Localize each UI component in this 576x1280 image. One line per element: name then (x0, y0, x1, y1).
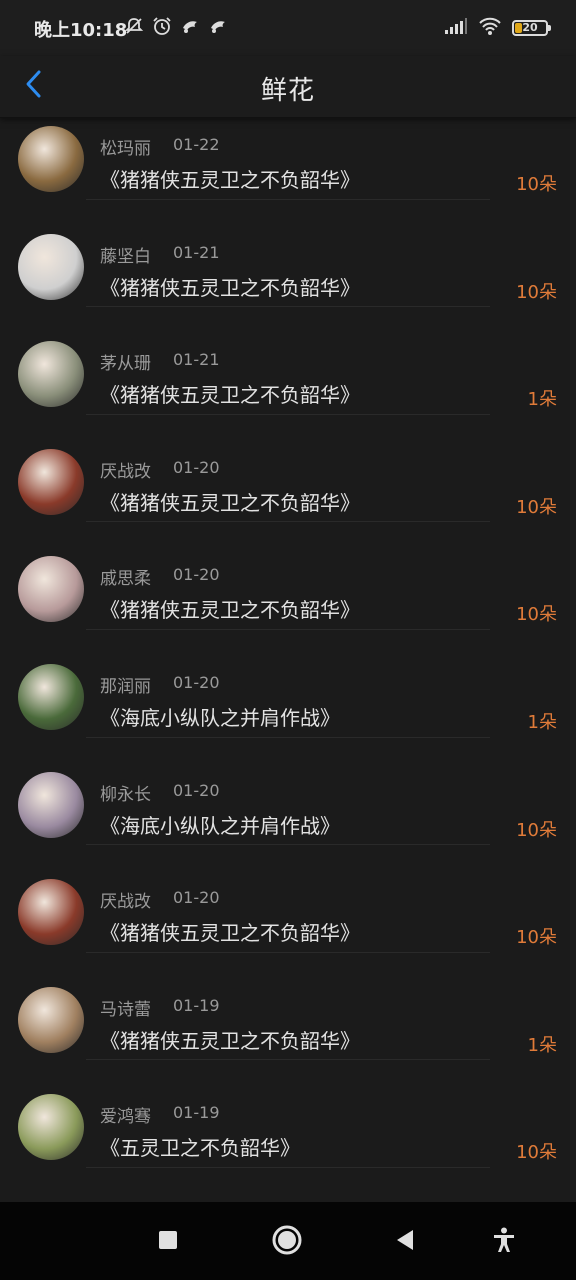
header: 鲜花 (0, 56, 576, 118)
back-triangle-icon (395, 1229, 415, 1255)
status-bar: 晚上10:18 20 (0, 0, 576, 56)
alarm-icon (152, 16, 172, 40)
book-title: 《猪猪侠五灵卫之不负韶华》 (100, 383, 360, 408)
notification-icon (208, 16, 228, 40)
user-name: 那润丽 (100, 676, 151, 697)
avatar[interactable] (18, 341, 84, 408)
list-item[interactable]: 藤坚白 01-21 《猪猪侠五灵卫之不负韶华》 10朵 (0, 200, 576, 308)
date: 01-19 (173, 1103, 220, 1123)
list-item[interactable]: 爱鸿骞 01-19 《五灵卫之不负韶华》 10朵 (0, 1060, 576, 1168)
date: 01-20 (173, 780, 220, 800)
recent-apps-icon (158, 1230, 178, 1254)
book-title: 《猪猪侠五灵卫之不负韶华》 (100, 490, 360, 515)
avatar[interactable] (18, 448, 84, 515)
date: 01-20 (173, 565, 220, 585)
book-title: 《海底小纵队之并肩作战》 (100, 705, 340, 730)
flower-list[interactable]: 松玛丽 01-22 《猪猪侠五灵卫之不负韶华》 10朵 藤坚白 01-21 《猪… (0, 118, 576, 1202)
user-name: 厌战改 (100, 461, 151, 482)
battery-icon: 20 (512, 20, 551, 36)
status-time: 晚上10:18 (34, 20, 128, 41)
user-name: 马诗蕾 (100, 999, 151, 1020)
date: 01-20 (173, 888, 220, 908)
accessibility-button[interactable] (486, 1224, 522, 1260)
list-item[interactable]: 厌战改 01-20 《猪猪侠五灵卫之不负韶华》 10朵 (0, 845, 576, 953)
flower-count: 10朵 (516, 496, 557, 518)
book-title: 《猪猪侠五灵卫之不负韶华》 (100, 1028, 360, 1053)
date: 01-20 (173, 457, 220, 477)
signal-icon (444, 17, 468, 39)
wifi-icon (478, 16, 502, 40)
date: 01-22 (173, 135, 220, 154)
list-item[interactable]: 松玛丽 01-22 《猪猪侠五灵卫之不负韶华》 10朵 (0, 118, 576, 200)
avatar[interactable] (18, 986, 84, 1053)
flower-count: 10朵 (516, 819, 557, 841)
user-name: 松玛丽 (100, 139, 151, 159)
battery-level-fill (515, 23, 522, 33)
avatar[interactable] (18, 879, 84, 946)
system-nav-bar (0, 1202, 576, 1280)
flower-count: 1朵 (527, 389, 557, 411)
flower-count: 10朵 (516, 281, 557, 303)
book-title: 《五灵卫之不负韶华》 (100, 1136, 300, 1161)
system-back-button[interactable] (387, 1224, 423, 1260)
avatar[interactable] (18, 771, 84, 838)
flower-count: 10朵 (516, 174, 557, 195)
flower-count: 1朵 (527, 711, 557, 733)
list-item[interactable]: 戚思柔 01-20 《猪猪侠五灵卫之不负韶华》 10朵 (0, 522, 576, 630)
user-name: 柳永长 (100, 784, 151, 805)
avatar[interactable] (18, 233, 84, 300)
flower-count: 1朵 (527, 1034, 557, 1056)
status-icons-left (124, 16, 228, 40)
divider (86, 1166, 490, 1168)
book-title: 《海底小纵队之并肩作战》 (100, 813, 340, 838)
battery-level: 20 (522, 21, 538, 34)
avatar[interactable] (18, 1094, 84, 1161)
flower-count: 10朵 (516, 1142, 557, 1164)
page-title: 鲜花 (260, 76, 315, 106)
user-name: 戚思柔 (100, 569, 151, 590)
book-title: 《猪猪侠五灵卫之不负韶华》 (100, 168, 360, 192)
date: 01-20 (173, 672, 220, 692)
user-name: 藤坚白 (100, 246, 151, 267)
home-icon (272, 1225, 302, 1259)
notification-icon (180, 16, 200, 40)
list-item[interactable]: 茅从珊 01-21 《猪猪侠五灵卫之不负韶华》 1朵 (0, 307, 576, 415)
mute-icon (124, 16, 144, 40)
user-name: 爱鸿骞 (100, 1107, 151, 1128)
flower-count: 10朵 (516, 927, 557, 949)
list-item[interactable]: 马诗蕾 01-19 《猪猪侠五灵卫之不负韶华》 1朵 (0, 953, 576, 1061)
user-name: 厌战改 (100, 892, 151, 913)
date: 01-21 (173, 350, 220, 370)
book-title: 《猪猪侠五灵卫之不负韶华》 (100, 598, 360, 623)
date: 01-21 (173, 242, 220, 262)
avatar[interactable] (18, 663, 84, 730)
status-icons-right: 20 (444, 14, 551, 42)
recent-apps-button[interactable] (150, 1224, 186, 1260)
list-item[interactable]: 柳永长 01-20 《海底小纵队之并肩作战》 10朵 (0, 738, 576, 846)
avatar[interactable] (18, 556, 84, 623)
flower-count: 10朵 (516, 604, 557, 626)
home-button[interactable] (269, 1224, 305, 1260)
list-item[interactable]: 厌战改 01-20 《猪猪侠五灵卫之不负韶华》 10朵 (0, 415, 576, 523)
user-name: 茅从珊 (100, 354, 151, 375)
book-title: 《猪猪侠五灵卫之不负韶华》 (100, 921, 360, 946)
date: 01-19 (173, 995, 220, 1015)
book-title: 《猪猪侠五灵卫之不负韶华》 (100, 275, 360, 300)
accessibility-icon (492, 1227, 516, 1257)
list-item[interactable]: 那润丽 01-20 《海底小纵队之并肩作战》 1朵 (0, 630, 576, 738)
avatar[interactable] (18, 126, 84, 192)
